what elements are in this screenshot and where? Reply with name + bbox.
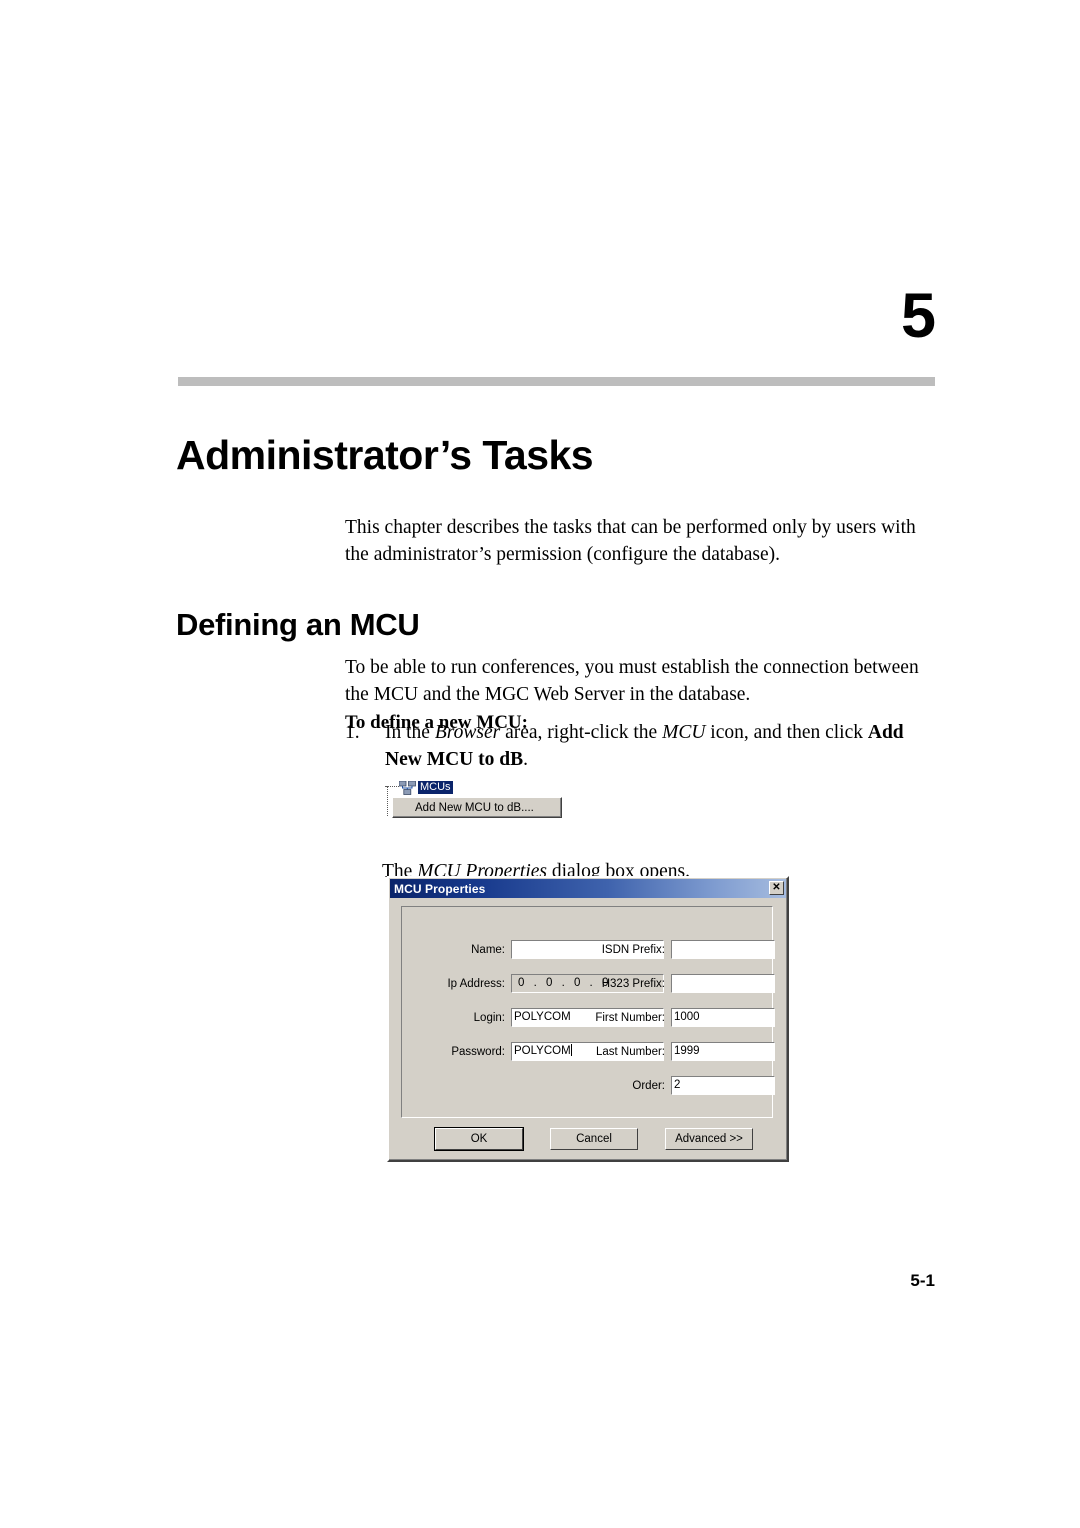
field-order: Order: 2 [585,1076,775,1095]
text-caret [570,1044,572,1056]
field-label-order: Order: [632,1080,665,1092]
context-menu[interactable]: Add New MCU to dB.... [392,797,562,818]
section-heading-defining-an-mcu: Defining an MCU [176,606,420,642]
field-h323-prefix: H323 Prefix: [585,974,775,993]
footer-page-number: 5-1 [910,1271,935,1290]
field-label-isdn-prefix: ISDN Prefix: [601,944,665,956]
step-italic-mcu: MCU [662,722,706,743]
browser-tree-figure: MCUs Add New MCU to dB.... [385,780,565,824]
field-label-last-number: Last Number: [595,1046,665,1058]
chapter-title: Administrator’s Tasks [176,432,594,479]
last-number-input[interactable]: 1999 [671,1042,775,1061]
chapter-number: 5 [900,281,936,351]
field-label-name: Name: [471,944,505,956]
step-text-part4: . [523,749,528,770]
field-first-number: First Number: 1000 [585,1008,775,1027]
dialog-titlebar[interactable]: MCU Properties ✕ [390,879,786,898]
field-label-first-number: First Number: [595,1012,665,1024]
step-text-part2: area, right-click the [500,722,663,743]
step-text-part1: In the [385,722,435,743]
mcu-properties-dialog: MCU Properties ✕ Name: Ip Address: 0 . 0… [387,876,789,1162]
step-number: 1. [345,722,360,743]
h323-prefix-input[interactable] [671,974,775,993]
intro-paragraph: This chapter describes the tasks that ca… [345,516,916,565]
field-label-password: Password: [451,1046,505,1058]
context-menu-item-add-new-mcu-to-db[interactable]: Add New MCU to dB.... [415,801,534,815]
chapter-divider-rule [178,377,935,386]
mcus-network-icon [398,780,416,795]
step-text: In the Browser area, right-click the MCU… [385,719,945,773]
procedure-step-1: 1. In the Browser area, right-click the … [345,719,945,773]
field-label-login: Login: [473,1012,505,1024]
field-last-number: Last Number: 1999 [585,1042,775,1061]
isdn-prefix-input[interactable] [671,940,775,959]
first-number-input[interactable]: 1000 [671,1008,775,1027]
cancel-button[interactable]: Cancel [550,1128,638,1150]
section-paragraph: To be able to run conferences, you must … [345,656,919,705]
close-icon[interactable]: ✕ [769,881,784,895]
password-value: POLYCOM [514,1045,571,1057]
tree-connector-vertical [387,786,389,816]
field-label-h323-prefix: H323 Prefix: [601,978,665,990]
step-italic-browser: Browser [434,722,501,743]
document-page: 5 Administrator’s Tasks This chapter des… [0,0,1080,1528]
field-label-ip-address: Ip Address: [447,978,505,990]
field-isdn-prefix: ISDN Prefix: [585,940,775,959]
order-input[interactable]: 2 [671,1076,775,1095]
dialog-title: MCU Properties [394,881,486,896]
ok-button[interactable]: OK [434,1127,524,1151]
advanced-button[interactable]: Advanced >> [665,1128,753,1150]
tree-node-label-mcus[interactable]: MCUs [418,781,453,794]
step-text-part3: icon, and then click [705,722,868,743]
